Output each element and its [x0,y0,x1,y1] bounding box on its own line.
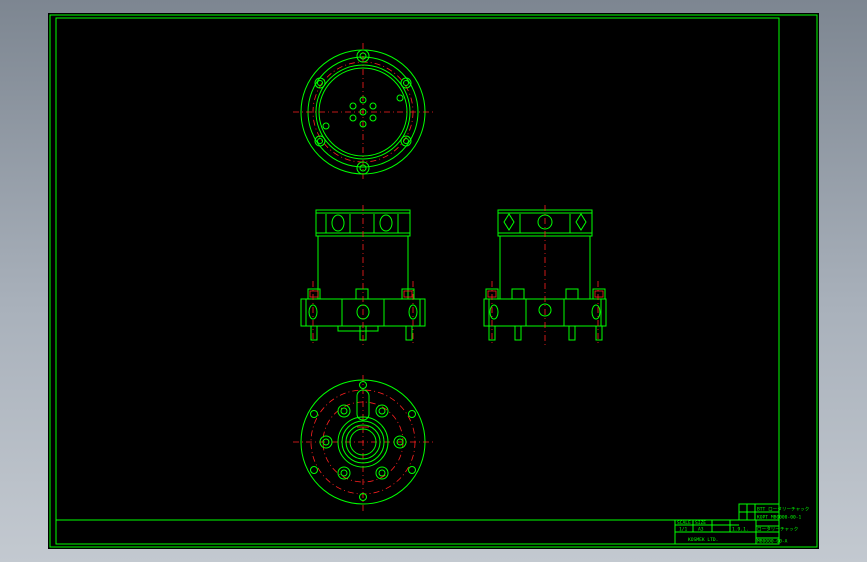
border-inner [55,17,780,545]
border-outer [49,14,818,548]
cad-drawing: BTT ロータリーチャック KOPT MB0000-00-1 SCALE 1/1… [49,14,818,548]
front-view-right [483,205,607,345]
front-view-left [300,205,426,345]
tb-size-value: A3 [698,527,704,533]
title-block: BTT ロータリーチャック KOPT MB0000-00-1 SCALE 1/1… [674,503,809,545]
tb-date: 1.9.1. [732,527,749,533]
tb-drawing-title: ロータリーチャック [757,526,798,533]
tb-scale-value: 1/1 [679,527,688,533]
bottom-view [293,375,433,511]
tb-row1: BTT ロータリーチャック [757,506,809,513]
cad-viewport[interactable]: BTT ロータリーチャック KOPT MB0000-00-1 SCALE 1/1… [48,13,819,549]
tb-row2: KOPT MB0000-00-1 [757,515,801,521]
tb-size-header: SIZE [695,520,706,526]
tb-drawing-no: MB0000-00-A [757,539,788,545]
tb-scale-header: SCALE [677,520,691,526]
tb-company: KOSMEK LTD. [688,537,718,543]
top-view [293,43,433,181]
